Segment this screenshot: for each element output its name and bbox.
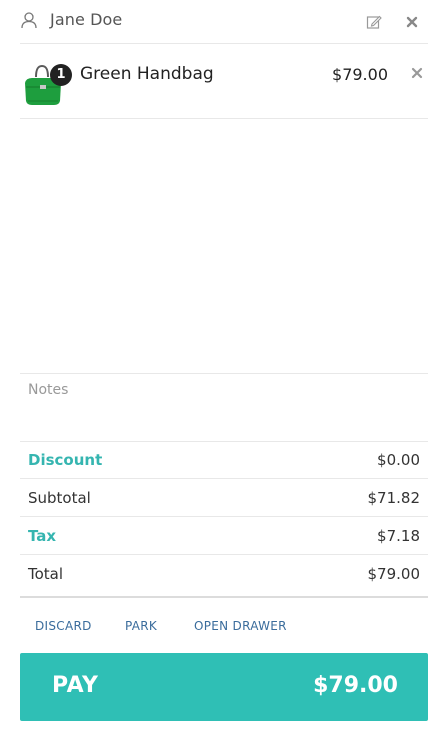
edit-icon[interactable] xyxy=(366,14,382,30)
subtotal-row: Subtotal $71.82 xyxy=(20,479,428,517)
discount-row: Discount $0.00 xyxy=(20,441,428,479)
user-icon xyxy=(20,11,38,29)
subtotal-label: Subtotal xyxy=(28,489,91,507)
remove-customer-icon[interactable] xyxy=(404,14,420,30)
park-button[interactable]: PARK xyxy=(125,619,157,633)
item-price: $79.00 xyxy=(332,65,388,84)
quantity-badge: 1 xyxy=(50,64,72,86)
remove-item-icon[interactable] xyxy=(410,65,424,79)
customer-row: Jane Doe xyxy=(20,0,428,44)
total-value: $79.00 xyxy=(367,565,421,583)
discount-value: $0.00 xyxy=(377,451,420,469)
tax-link[interactable]: Tax xyxy=(28,527,56,545)
pay-label: PAY xyxy=(52,673,99,698)
total-label: Total xyxy=(28,565,64,583)
pay-button[interactable]: PAY $79.00 xyxy=(20,653,428,721)
subtotal-value: $71.82 xyxy=(367,489,421,507)
customer-name[interactable]: Jane Doe xyxy=(50,10,122,29)
notes-field[interactable]: Notes xyxy=(20,373,428,442)
tax-value: $7.18 xyxy=(377,527,420,545)
discard-button[interactable]: DISCARD xyxy=(35,619,92,633)
open-drawer-button[interactable]: OPEN DRAWER xyxy=(194,619,287,633)
notes-placeholder: Notes xyxy=(28,382,69,398)
total-row: Total $79.00 xyxy=(20,555,428,598)
item-name: Green Handbag xyxy=(80,64,214,84)
pay-amount: $79.00 xyxy=(313,673,398,698)
cart-line-item[interactable]: 1 Green Handbag $79.00 xyxy=(20,43,428,119)
tax-row: Tax $7.18 xyxy=(20,517,428,555)
discount-link[interactable]: Discount xyxy=(28,451,102,469)
